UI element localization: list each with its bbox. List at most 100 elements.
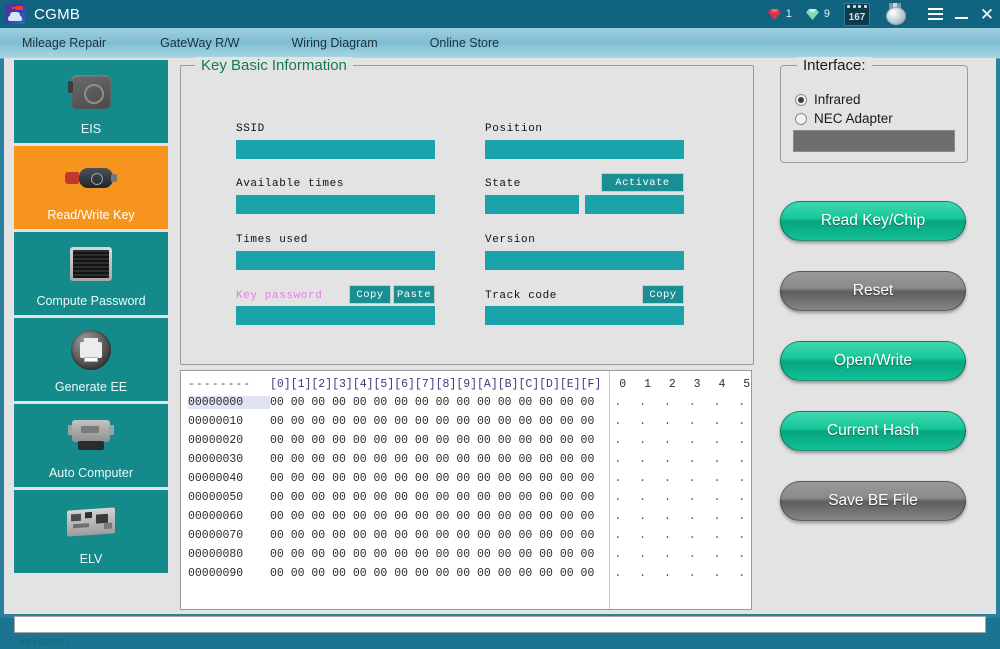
sidebar-item-label: Generate EE <box>14 380 168 401</box>
sidebar-item-label: Compute Password <box>14 294 168 315</box>
version-input[interactable] <box>485 251 684 270</box>
sidebar-item-generate-ee[interactable]: Generate EE <box>14 318 168 401</box>
hex-row-ascii: . . . . . . . . <box>614 491 752 504</box>
printer-icon <box>14 327 168 373</box>
hex-row[interactable]: 0000002000 00 00 00 00 00 00 00 00 00 00… <box>188 431 752 450</box>
hex-row[interactable]: 0000003000 00 00 00 00 00 00 00 00 00 00… <box>188 450 752 469</box>
ssid-label: SSID <box>236 123 265 135</box>
sidebar-item-read-write-key[interactable]: Read/Write Key <box>14 146 168 229</box>
hex-ascii-header: 0 1 2 3 4 5 6 7 <box>619 378 752 391</box>
hex-row-offset: 00000090 <box>188 567 270 580</box>
version-label: Version <box>485 234 535 246</box>
radio-option-nec-adapter[interactable]: NEC Adapter <box>795 111 893 126</box>
interface-port-select[interactable] <box>793 130 955 152</box>
paste-password-button[interactable]: Paste <box>393 285 435 304</box>
hex-row-offset: 00000040 <box>188 472 270 485</box>
hex-row[interactable]: 0000008000 00 00 00 00 00 00 00 00 00 00… <box>188 545 752 564</box>
hex-row-bytes: 00 00 00 00 00 00 00 00 00 00 00 00 00 0… <box>270 453 594 466</box>
radio-nec-adapter-icon <box>795 113 807 125</box>
hex-row-offset: 00000020 <box>188 434 270 447</box>
available-times-input[interactable] <box>236 195 435 214</box>
circuit-board-icon <box>14 499 168 545</box>
hex-viewer[interactable]: -------- [0][1][2][3][4][5][6][7][8][9][… <box>180 370 752 610</box>
hex-row-bytes: 00 00 00 00 00 00 00 00 00 00 00 00 00 0… <box>270 472 594 485</box>
hex-header-row: -------- [0][1][2][3][4][5][6][7][8][9][… <box>188 376 752 393</box>
radio-infrared-icon <box>795 94 807 106</box>
menu-item-gateway-rw[interactable]: GateWay R/W <box>154 32 245 54</box>
hex-row-ascii: . . . . . . . . <box>614 510 752 523</box>
hex-row-ascii: . . . . . . . . <box>614 396 752 409</box>
sidebar-item-eis[interactable]: EIS <box>14 60 168 143</box>
current-hash-button[interactable]: Current Hash <box>780 411 966 451</box>
read-key-chip-button[interactable]: Read Key/Chip <box>780 201 966 241</box>
medal-icon[interactable] <box>884 3 906 25</box>
menu-item-online-store[interactable]: Online Store <box>424 32 505 54</box>
hex-row[interactable]: 0000000000 00 00 00 00 00 00 00 00 00 00… <box>188 393 752 412</box>
status-message: Welcome! <box>18 637 71 649</box>
badge-dots <box>847 5 867 9</box>
chip-icon <box>14 241 168 287</box>
hex-row[interactable]: 0000001000 00 00 00 00 00 00 00 00 00 00… <box>188 412 752 431</box>
radio-option-infrared[interactable]: Infrared <box>795 92 861 107</box>
save-be-file-button[interactable]: Save BE File <box>780 481 966 521</box>
hex-rows-container: 0000000000 00 00 00 00 00 00 00 00 00 00… <box>188 393 752 583</box>
red-diamond-stat[interactable]: 1 <box>768 8 792 20</box>
title-bar-right-group: 1 9 167 ✕ <box>768 0 1000 28</box>
hex-offset-header: -------- <box>188 378 270 391</box>
close-icon[interactable]: ✕ <box>974 0 1000 28</box>
track-code-label: Track code <box>485 290 557 302</box>
sidebar-item-auto-computer[interactable]: Auto Computer <box>14 404 168 487</box>
hex-row[interactable]: 0000006000 00 00 00 00 00 00 00 00 00 00… <box>188 507 752 526</box>
hex-row-offset: 00000000 <box>188 396 270 409</box>
hex-row-offset: 00000030 <box>188 453 270 466</box>
ssid-input[interactable] <box>236 140 435 159</box>
hex-row[interactable]: 0000009000 00 00 00 00 00 00 00 00 00 00… <box>188 564 752 583</box>
token-badge-icon[interactable]: 167 <box>844 3 870 26</box>
menu-item-mileage-repair[interactable]: Mileage Repair <box>16 32 112 54</box>
state-extra-input[interactable] <box>585 195 684 214</box>
menu-bar: Mileage Repair GateWay R/W Wiring Diagra… <box>0 28 1000 59</box>
menu-item-wiring-diagram[interactable]: Wiring Diagram <box>286 32 384 54</box>
hex-row[interactable]: 0000005000 00 00 00 00 00 00 00 00 00 00… <box>188 488 752 507</box>
hex-content: -------- [0][1][2][3][4][5][6][7][8][9][… <box>188 376 752 583</box>
radio-nec-adapter-label: NEC Adapter <box>814 111 893 126</box>
times-used-label: Times used <box>236 234 308 246</box>
times-used-input[interactable] <box>236 251 435 270</box>
sidebar-item-elv[interactable]: ELV <box>14 490 168 573</box>
copy-track-code-button[interactable]: Copy <box>642 285 684 304</box>
hex-row-bytes: 00 00 00 00 00 00 00 00 00 00 00 00 00 0… <box>270 396 594 409</box>
application-window: CGMB 1 9 167 <box>0 0 1000 618</box>
green-diamond-count: 9 <box>824 8 830 20</box>
hex-row-offset: 00000070 <box>188 529 270 542</box>
position-input[interactable] <box>485 140 684 159</box>
sidebar-item-compute-password[interactable]: Compute Password <box>14 232 168 315</box>
reset-button[interactable]: Reset <box>780 271 966 311</box>
green-diamond-stat[interactable]: 9 <box>806 8 830 20</box>
app-title: CGMB <box>34 6 80 23</box>
key-fob-icon <box>14 155 168 201</box>
interface-panel: Interface: Infrared NEC Adapter <box>780 65 968 163</box>
track-code-input[interactable] <box>485 306 684 325</box>
hex-row[interactable]: 0000004000 00 00 00 00 00 00 00 00 00 00… <box>188 469 752 488</box>
status-input[interactable] <box>14 616 986 633</box>
hex-row[interactable]: 0000007000 00 00 00 00 00 00 00 00 00 00… <box>188 526 752 545</box>
hex-row-offset: 00000060 <box>188 510 270 523</box>
menu-icon[interactable] <box>922 0 948 28</box>
hex-row-ascii: . . . . . . . . <box>614 567 752 580</box>
red-diamond-count: 1 <box>786 8 792 20</box>
ecu-icon <box>14 413 168 459</box>
hex-row-ascii: . . . . . . . . <box>614 548 752 561</box>
state-input[interactable] <box>485 195 579 214</box>
activate-button[interactable]: Activate <box>601 173 684 192</box>
open-write-button[interactable]: Open/Write <box>780 341 966 381</box>
hex-row-bytes: 00 00 00 00 00 00 00 00 00 00 00 00 00 0… <box>270 548 594 561</box>
hex-row-bytes: 00 00 00 00 00 00 00 00 00 00 00 00 00 0… <box>270 415 594 428</box>
copy-password-button[interactable]: Copy <box>349 285 391 304</box>
sidebar-item-label: ELV <box>14 552 168 573</box>
green-diamond-icon <box>806 9 819 20</box>
key-basic-information-panel: Key Basic Information SSID Available tim… <box>180 65 754 365</box>
token-count: 167 <box>849 12 866 25</box>
key-password-input[interactable] <box>236 306 435 325</box>
hex-row-bytes: 00 00 00 00 00 00 00 00 00 00 00 00 00 0… <box>270 529 594 542</box>
minimize-icon[interactable] <box>948 0 974 28</box>
